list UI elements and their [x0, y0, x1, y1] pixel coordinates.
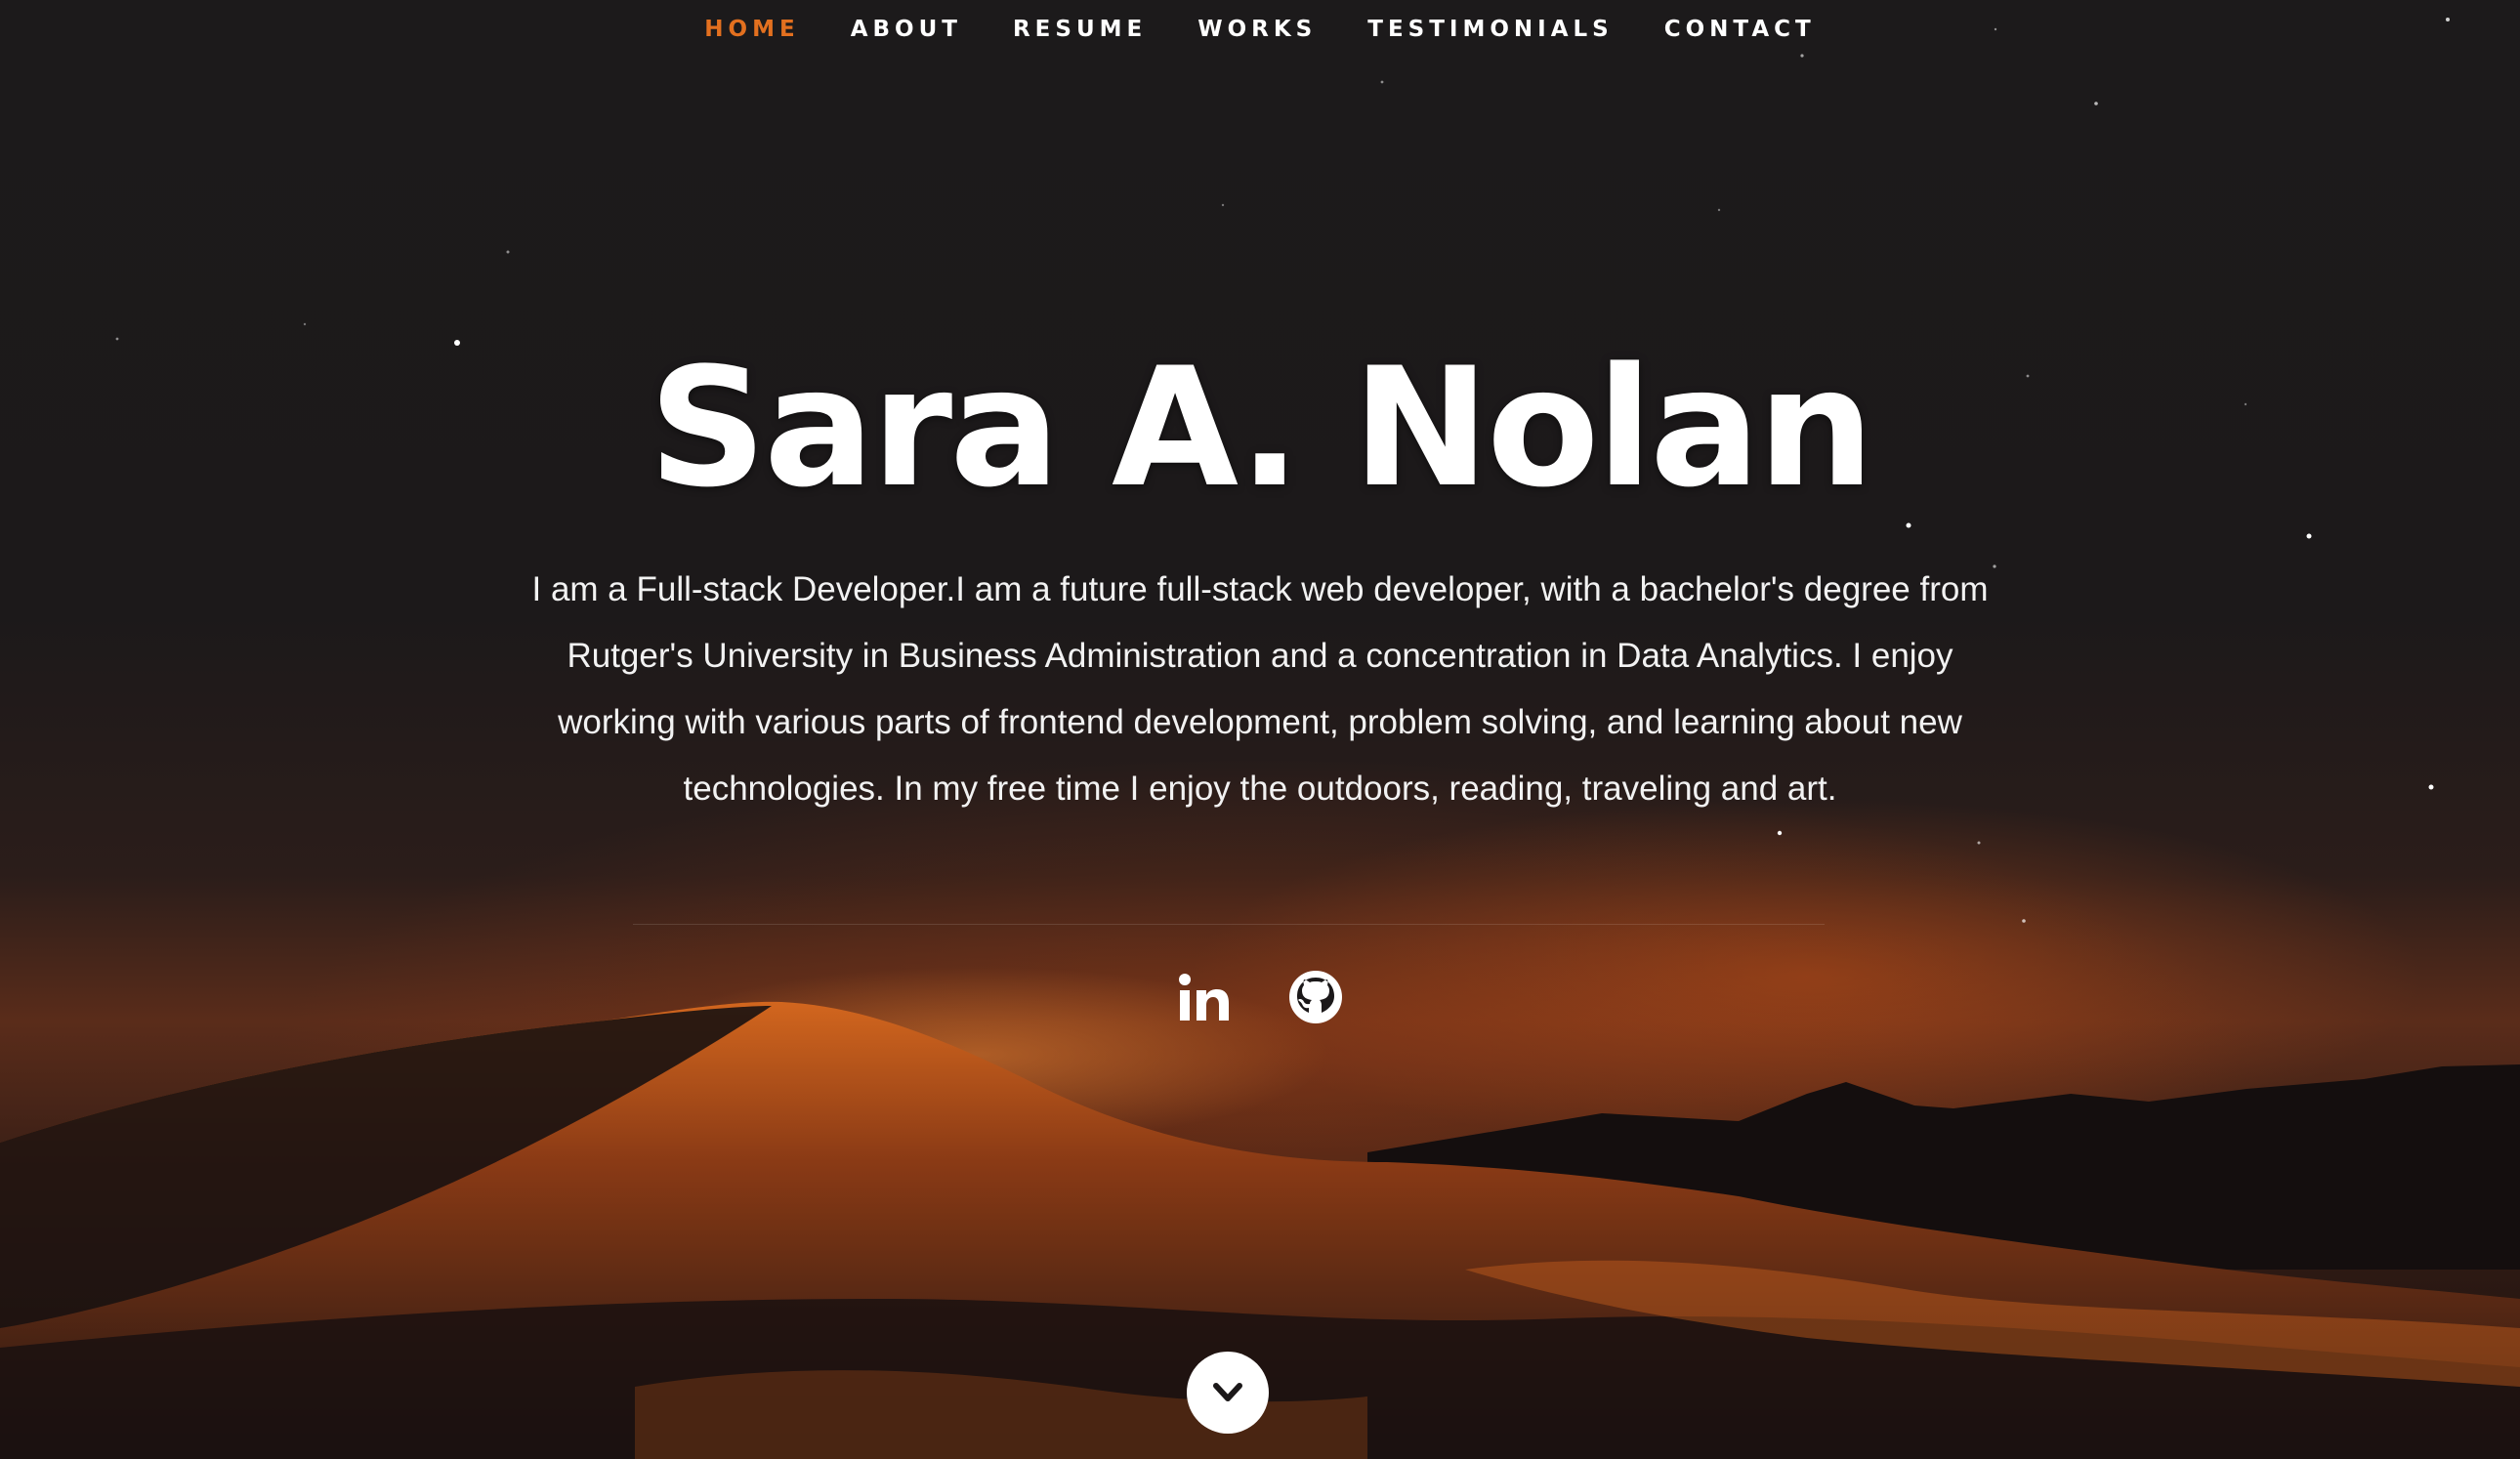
main-nav: HOME ABOUT RESUME WORKS TESTIMONIALS CON… [0, 14, 2520, 45]
github-link[interactable] [1287, 969, 1344, 1025]
linkedin-icon [1179, 974, 1229, 1021]
linkedin-link[interactable] [1176, 969, 1233, 1025]
hero-section: HOME ABOUT RESUME WORKS TESTIMONIALS CON… [0, 0, 2520, 1459]
nav-contact[interactable]: CONTACT [1639, 14, 1841, 45]
nav-home[interactable]: HOME [679, 14, 824, 45]
hero-name-heading: Sara A. Nolan [648, 332, 1874, 523]
hero-divider [633, 924, 1825, 925]
nav-works[interactable]: WORKS [1172, 14, 1342, 45]
chevron-down-icon [1213, 1383, 1242, 1401]
github-icon [1289, 971, 1342, 1023]
nav-resume[interactable]: RESUME [987, 14, 1172, 45]
social-links [0, 969, 2520, 1025]
scroll-down-button[interactable] [1187, 1352, 1269, 1434]
hero-bio: I am a Full-stack Developer.I am a futur… [531, 570, 1989, 808]
nav-testimonials[interactable]: TESTIMONIALS [1342, 14, 1638, 45]
nav-about[interactable]: ABOUT [825, 14, 987, 45]
